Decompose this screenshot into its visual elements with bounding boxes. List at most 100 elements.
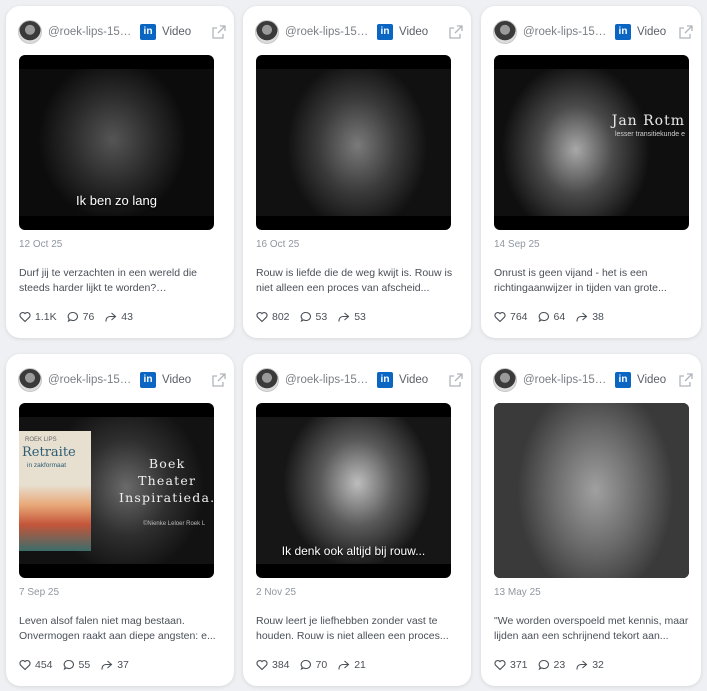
- shares-count: 38: [592, 311, 604, 323]
- post-card[interactable]: @roek-lips-15a... in Video 13 May 25 "We…: [481, 354, 701, 686]
- linkedin-icon: in: [377, 24, 393, 40]
- comment-icon: [300, 311, 311, 323]
- post-date: 7 Sep 25: [19, 587, 60, 598]
- video-thumbnail[interactable]: [494, 403, 689, 578]
- post-card[interactable]: @roek-lips-15a... in Video Ik denk ook a…: [243, 354, 471, 686]
- avatar[interactable]: [493, 368, 517, 392]
- comments-count: 53: [315, 311, 328, 323]
- likes-stat: 371: [494, 659, 528, 671]
- shares-stat: 38: [575, 311, 604, 323]
- post-date: 2 Nov 25: [256, 587, 297, 598]
- external-link-icon[interactable]: [679, 373, 693, 387]
- comment-icon: [538, 659, 549, 671]
- avatar[interactable]: [18, 20, 42, 44]
- comment-icon: [63, 659, 74, 671]
- engagement-stats: 384 70 21: [256, 659, 376, 671]
- comments-count: 23: [553, 659, 566, 671]
- author-handle[interactable]: @roek-lips-15a...: [523, 374, 609, 386]
- comment-icon: [538, 311, 549, 323]
- avatar[interactable]: [493, 20, 517, 44]
- comments-stat: 53: [300, 311, 328, 323]
- author-handle[interactable]: @roek-lips-15a...: [523, 26, 609, 38]
- likes-count: 1.1K: [35, 311, 57, 323]
- post-card[interactable]: @roek-lips-15a... in Video Ik ben zo lan…: [6, 6, 234, 338]
- book-author: ROEK LIPS: [25, 437, 57, 443]
- video-thumbnail[interactable]: Ik denk ook altijd bij rouw...: [256, 403, 451, 578]
- post-card[interactable]: @roek-lips-15a... in Video ROEK LIPS Ret…: [6, 354, 234, 686]
- post-card[interactable]: @roek-lips-15a... in Video 16 Oct 25 Rou…: [243, 6, 471, 338]
- video-subtitle: Ik ben zo lang: [76, 193, 157, 208]
- post-date: 14 Sep 25: [494, 239, 540, 250]
- likes-count: 454: [35, 659, 53, 671]
- post-card[interactable]: @roek-lips-15a... in Video Jan Rotm less…: [481, 6, 701, 338]
- linkedin-icon: in: [377, 372, 393, 388]
- shares-stat: 43: [104, 311, 133, 323]
- shares-stat: 37: [100, 659, 129, 671]
- share-icon: [101, 660, 113, 670]
- card-header: @roek-lips-15a... in Video: [18, 367, 226, 393]
- engagement-stats: 764 64 38: [494, 311, 614, 323]
- post-text: Onrust is geen vijand - het is een richt…: [494, 267, 667, 294]
- heart-icon: [256, 312, 268, 323]
- shares-stat: 21: [337, 659, 366, 671]
- video-thumbnail[interactable]: Ik ben zo lang: [19, 55, 214, 230]
- share-icon: [576, 660, 588, 670]
- media-type-label: Video: [399, 26, 429, 38]
- comments-count: 64: [553, 311, 566, 323]
- video-name-caption: Jan Rotm: [611, 113, 685, 129]
- comments-stat: 55: [63, 659, 91, 671]
- post-date: 13 May 25: [494, 587, 541, 598]
- shares-count: 53: [354, 311, 366, 323]
- external-link-icon[interactable]: [212, 25, 226, 39]
- video-subtitle: Ik denk ook altijd bij rouw...: [281, 544, 426, 558]
- post-text: Durf jij te verzachten in een wereld die…: [19, 267, 198, 294]
- external-link-icon[interactable]: [679, 25, 693, 39]
- avatar[interactable]: [255, 368, 279, 392]
- card-header: @roek-lips-15a... in Video: [493, 367, 693, 393]
- card-header: @roek-lips-15a... in Video: [255, 367, 463, 393]
- media-type-label: Video: [637, 374, 667, 386]
- video-thumbnail[interactable]: ROEK LIPS Retraite in zakformaat Boek Th…: [19, 403, 214, 578]
- linkedin-icon: in: [615, 24, 631, 40]
- video-frame: [494, 69, 689, 216]
- media-type-label: Video: [162, 374, 192, 386]
- engagement-stats: 454 55 37: [19, 659, 139, 671]
- share-icon: [338, 660, 350, 670]
- comments-count: 76: [82, 311, 95, 323]
- video-role-caption: lesser transitiekunde e: [614, 131, 685, 138]
- external-link-icon[interactable]: [212, 373, 226, 387]
- author-handle[interactable]: @roek-lips-15a...: [285, 26, 371, 38]
- overlay-line: Inspiratieda.: [119, 490, 214, 505]
- avatar[interactable]: [255, 20, 279, 44]
- comments-stat: 70: [300, 659, 327, 671]
- video-thumbnail[interactable]: [256, 55, 451, 230]
- likes-count: 371: [510, 659, 528, 671]
- overlay-line: Theater: [138, 473, 197, 488]
- likes-stat: 454: [19, 659, 53, 671]
- comments-count: 55: [78, 659, 91, 671]
- avatar[interactable]: [18, 368, 42, 392]
- likes-stat: 1.1K: [19, 311, 57, 323]
- shares-count: 37: [117, 659, 129, 671]
- author-handle[interactable]: @roek-lips-15a...: [285, 374, 371, 386]
- video-frame: [494, 403, 689, 578]
- post-date: 16 Oct 25: [256, 239, 300, 250]
- comment-icon: [300, 659, 311, 671]
- shares-count: 43: [121, 311, 133, 323]
- video-thumbnail[interactable]: Jan Rotm lesser transitiekunde e: [494, 55, 689, 230]
- linkedin-icon: in: [615, 372, 631, 388]
- heart-icon: [494, 660, 506, 671]
- external-link-icon[interactable]: [449, 373, 463, 387]
- share-icon: [576, 312, 588, 322]
- author-handle[interactable]: @roek-lips-15a...: [48, 374, 134, 386]
- comments-stat: 76: [67, 311, 95, 323]
- media-type-label: Video: [162, 26, 192, 38]
- external-link-icon[interactable]: [449, 25, 463, 39]
- media-type-label: Video: [399, 374, 429, 386]
- share-icon: [338, 312, 350, 322]
- shares-stat: 53: [337, 311, 366, 323]
- post-text: Rouw leert je liefhebben zonder vast te …: [256, 615, 449, 642]
- likes-stat: 802: [256, 311, 290, 323]
- author-handle[interactable]: @roek-lips-15a...: [48, 26, 134, 38]
- likes-count: 802: [272, 311, 290, 323]
